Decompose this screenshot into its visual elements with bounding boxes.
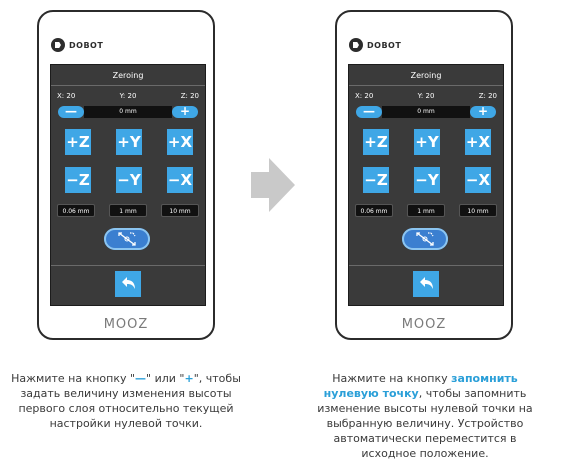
caption-plus-symbol: + bbox=[184, 372, 194, 385]
brand-name: DOBOT bbox=[69, 40, 104, 50]
offset-value: 0 mm bbox=[382, 106, 470, 118]
brand-name: DOBOT bbox=[367, 40, 402, 50]
y-coordinate: Y: 20 bbox=[417, 92, 435, 100]
caption-text: Нажмите на кнопку bbox=[332, 372, 452, 385]
zero-point-icon bbox=[118, 232, 136, 246]
touch-screen: Zeroing X: 20 Y: 20 Z: 20 — 0 mm + +Z +Y… bbox=[50, 64, 206, 306]
back-button[interactable] bbox=[115, 271, 141, 297]
divider bbox=[51, 265, 205, 266]
model-label: MOOZ bbox=[103, 317, 149, 332]
back-arrow-icon bbox=[420, 277, 433, 289]
caption-text: " или " bbox=[146, 372, 185, 385]
divider bbox=[349, 85, 503, 86]
zero-point-icon bbox=[416, 232, 434, 246]
brand-logo: DOBOT bbox=[349, 38, 401, 52]
dobot-logo-icon bbox=[51, 38, 65, 52]
offset-value: 0 mm bbox=[84, 106, 172, 118]
x-coordinate: X: 20 bbox=[57, 92, 76, 100]
axis-buttons: +Z +Y +X −Z −Y −X bbox=[65, 129, 193, 193]
y-coordinate: Y: 20 bbox=[119, 92, 137, 100]
y-minus-button[interactable]: −Y bbox=[116, 167, 142, 193]
axis-buttons: +Z +Y +X −Z −Y −X bbox=[363, 129, 491, 193]
divider bbox=[349, 265, 503, 266]
distance-option-0-06mm[interactable]: 0.06 mm bbox=[57, 204, 95, 217]
z-minus-button[interactable]: −Z bbox=[363, 167, 389, 193]
caption-right: Нажмите на кнопку запомнить нулевую точк… bbox=[310, 371, 540, 461]
x-plus-button[interactable]: +X bbox=[167, 129, 193, 155]
caption-left: Нажмите на кнопку "—" или "+", чтобы зад… bbox=[11, 371, 241, 431]
device-left: DOBOT Zeroing X: 20 Y: 20 Z: 20 — 0 mm +… bbox=[37, 10, 215, 340]
step-distance-options: 0.06 mm 1 mm 10 mm bbox=[355, 204, 497, 217]
step-distance-options: 0.06 mm 1 mm 10 mm bbox=[57, 204, 199, 217]
device-right: DOBOT Zeroing X: 20 Y: 20 Z: 20 — 0 mm +… bbox=[335, 10, 513, 340]
z-coordinate: Z: 20 bbox=[478, 92, 497, 100]
transition-arrow bbox=[251, 158, 295, 216]
plus-button[interactable]: + bbox=[172, 105, 198, 118]
z-plus-button[interactable]: +Z bbox=[65, 129, 91, 155]
save-zero-point-button[interactable] bbox=[402, 228, 448, 250]
caption-minus-symbol: — bbox=[135, 372, 147, 385]
minus-button[interactable]: — bbox=[58, 105, 84, 118]
z-coordinate: Z: 20 bbox=[180, 92, 199, 100]
screen-title: Zeroing bbox=[410, 71, 442, 80]
coordinates-readout: X: 20 Y: 20 Z: 20 bbox=[57, 92, 199, 100]
y-plus-button[interactable]: +Y bbox=[414, 129, 440, 155]
touch-screen: Zeroing X: 20 Y: 20 Z: 20 — 0 mm + +Z +Y… bbox=[348, 64, 504, 306]
model-label: MOOZ bbox=[401, 317, 447, 332]
save-zero-point-button[interactable] bbox=[104, 228, 150, 250]
y-plus-button[interactable]: +Y bbox=[116, 129, 142, 155]
distance-option-10mm[interactable]: 10 mm bbox=[161, 204, 199, 217]
x-coordinate: X: 20 bbox=[355, 92, 374, 100]
brand-logo: DOBOT bbox=[51, 38, 103, 52]
distance-option-10mm[interactable]: 10 mm bbox=[459, 204, 497, 217]
y-minus-button[interactable]: −Y bbox=[414, 167, 440, 193]
zero-offset-stepper: — 0 mm + bbox=[356, 105, 496, 118]
divider bbox=[51, 85, 205, 86]
back-button[interactable] bbox=[413, 271, 439, 297]
coordinates-readout: X: 20 Y: 20 Z: 20 bbox=[355, 92, 497, 100]
minus-button[interactable]: — bbox=[356, 105, 382, 118]
zero-offset-stepper: — 0 mm + bbox=[58, 105, 198, 118]
distance-option-1mm[interactable]: 1 mm bbox=[109, 204, 147, 217]
back-arrow-icon bbox=[122, 277, 135, 289]
z-plus-button[interactable]: +Z bbox=[363, 129, 389, 155]
right-arrow-icon bbox=[251, 158, 295, 212]
z-minus-button[interactable]: −Z bbox=[65, 167, 91, 193]
distance-option-1mm[interactable]: 1 mm bbox=[407, 204, 445, 217]
dobot-logo-icon bbox=[349, 38, 363, 52]
distance-option-0-06mm[interactable]: 0.06 mm bbox=[355, 204, 393, 217]
x-minus-button[interactable]: −X bbox=[465, 167, 491, 193]
x-minus-button[interactable]: −X bbox=[167, 167, 193, 193]
screen-title: Zeroing bbox=[112, 71, 144, 80]
plus-button[interactable]: + bbox=[470, 105, 496, 118]
caption-text: Нажмите на кнопку " bbox=[11, 372, 136, 385]
x-plus-button[interactable]: +X bbox=[465, 129, 491, 155]
